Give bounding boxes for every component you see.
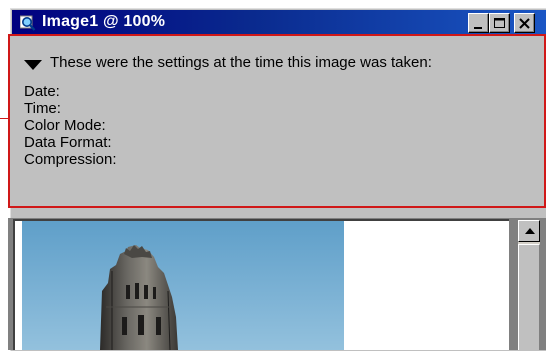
triangle-down-icon[interactable]	[24, 60, 42, 70]
close-icon	[519, 18, 530, 29]
image-info-panel: These were the settings at the time this…	[8, 34, 546, 208]
minimize-button[interactable]	[468, 13, 489, 33]
magnifier-image-icon	[19, 14, 36, 32]
field-compression-label: Compression:	[24, 151, 117, 168]
maximize-icon	[494, 18, 505, 28]
scroll-up-button[interactable]	[518, 220, 540, 242]
scrollbar-thumb[interactable]	[518, 244, 540, 350]
field-time-label: Time:	[24, 100, 61, 117]
scroll-up-arrow-icon	[525, 228, 535, 234]
minimize-icon	[474, 27, 482, 29]
field-color-mode-label: Color Mode:	[24, 117, 106, 134]
title-bar[interactable]: Image1 @ 100%	[12, 10, 546, 36]
photo-church-tower	[22, 221, 344, 350]
info-panel-header: These were the settings at the time this…	[50, 54, 432, 71]
close-button[interactable]	[514, 13, 535, 33]
maximize-button[interactable]	[489, 13, 510, 33]
window-title: Image1 @ 100%	[42, 13, 166, 30]
field-date-label: Date:	[24, 83, 60, 100]
field-data-format-label: Data Format:	[24, 134, 112, 151]
